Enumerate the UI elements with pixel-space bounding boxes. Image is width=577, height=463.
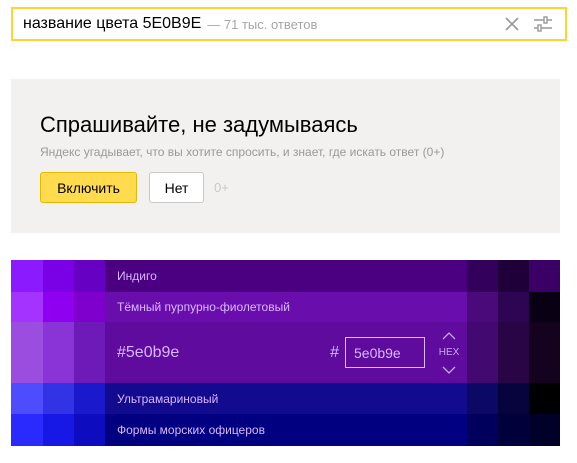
promo-card: Спрашивайте, не задумываясь Яндекс угады… bbox=[11, 79, 560, 233]
current-color-code: #5e0b9e bbox=[117, 343, 180, 361]
age-rating: 0+ bbox=[214, 180, 229, 195]
color-name: Ультрамариновый bbox=[117, 391, 219, 406]
search-bar[interactable]: название цвета 5E0B9E — 71 тыс. ответов bbox=[11, 7, 567, 41]
color-row-current: #5e0b9e # 5e0b9e HEX bbox=[104, 322, 467, 383]
results-count: — 71 тыс. ответов bbox=[207, 16, 318, 32]
decline-button[interactable]: Нет bbox=[149, 172, 204, 203]
chevron-down-icon[interactable] bbox=[442, 366, 456, 374]
chevron-up-icon[interactable] bbox=[442, 331, 456, 340]
color-widget: Индиго Тёмный пурпурно-фиолетовый #5e0b9… bbox=[11, 260, 560, 446]
format-label: HEX bbox=[438, 347, 460, 358]
color-name: Тёмный пурпурно-фиолетовый bbox=[117, 300, 290, 314]
color-row-indigo[interactable]: Индиго bbox=[104, 260, 467, 292]
search-input[interactable]: название цвета 5E0B9E bbox=[13, 15, 201, 33]
color-name: Индиго bbox=[117, 269, 157, 283]
hex-input[interactable]: 5e0b9e bbox=[345, 337, 425, 368]
format-switcher[interactable]: HEX bbox=[431, 329, 467, 377]
color-row-dark-purple-violet[interactable]: Тёмный пурпурно-фиолетовый bbox=[104, 292, 467, 322]
hash-label: # bbox=[330, 343, 339, 361]
color-name: Формы морских офицеров bbox=[117, 423, 265, 437]
promo-description: Яндекс угадывает, что вы хотите спросить… bbox=[40, 145, 445, 159]
color-row-ultramarine[interactable]: Ультрамариновый bbox=[104, 383, 467, 414]
close-icon[interactable] bbox=[503, 15, 521, 33]
hex-editor: # 5e0b9e HEX bbox=[330, 322, 467, 383]
promo-title: Спрашивайте, не задумываясь bbox=[40, 112, 358, 137]
color-row-navy-uniform[interactable]: Формы морских офицеров bbox=[104, 414, 467, 446]
settings-sliders-icon[interactable] bbox=[533, 15, 553, 33]
enable-button[interactable]: Включить bbox=[40, 172, 137, 203]
